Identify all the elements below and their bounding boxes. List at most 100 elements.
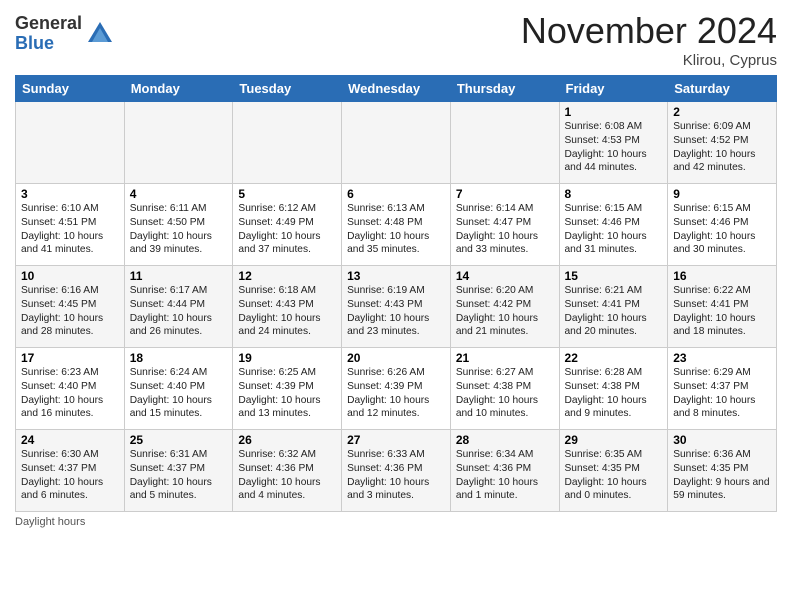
column-header-wednesday: Wednesday xyxy=(342,76,451,102)
day-info: Sunrise: 6:09 AM Sunset: 4:52 PM Dayligh… xyxy=(673,120,771,175)
day-number: 26 xyxy=(238,433,336,447)
calendar-week-row: 24Sunrise: 6:30 AM Sunset: 4:37 PM Dayli… xyxy=(16,430,777,512)
day-number: 1 xyxy=(565,105,663,119)
calendar-cell: 30Sunrise: 6:36 AM Sunset: 4:35 PM Dayli… xyxy=(668,430,777,512)
day-number: 25 xyxy=(130,433,228,447)
day-number: 4 xyxy=(130,187,228,201)
calendar-cell xyxy=(342,102,451,184)
day-info: Sunrise: 6:12 AM Sunset: 4:49 PM Dayligh… xyxy=(238,202,336,257)
column-header-friday: Friday xyxy=(559,76,668,102)
day-info: Sunrise: 6:27 AM Sunset: 4:38 PM Dayligh… xyxy=(456,366,554,421)
day-info: Sunrise: 6:19 AM Sunset: 4:43 PM Dayligh… xyxy=(347,284,445,339)
location: Klirou, Cyprus xyxy=(521,52,777,69)
logo: General Blue xyxy=(15,14,114,54)
day-info: Sunrise: 6:34 AM Sunset: 4:36 PM Dayligh… xyxy=(456,448,554,503)
day-number: 23 xyxy=(673,351,771,365)
calendar-cell: 11Sunrise: 6:17 AM Sunset: 4:44 PM Dayli… xyxy=(124,266,233,348)
day-number: 28 xyxy=(456,433,554,447)
day-number: 19 xyxy=(238,351,336,365)
day-number: 29 xyxy=(565,433,663,447)
column-header-thursday: Thursday xyxy=(450,76,559,102)
calendar-table: SundayMondayTuesdayWednesdayThursdayFrid… xyxy=(15,75,777,512)
day-number: 6 xyxy=(347,187,445,201)
calendar-cell: 2Sunrise: 6:09 AM Sunset: 4:52 PM Daylig… xyxy=(668,102,777,184)
column-header-tuesday: Tuesday xyxy=(233,76,342,102)
day-number: 10 xyxy=(21,269,119,283)
footer: Daylight hours xyxy=(15,516,777,528)
day-number: 11 xyxy=(130,269,228,283)
calendar-cell: 26Sunrise: 6:32 AM Sunset: 4:36 PM Dayli… xyxy=(233,430,342,512)
day-info: Sunrise: 6:17 AM Sunset: 4:44 PM Dayligh… xyxy=(130,284,228,339)
day-info: Sunrise: 6:33 AM Sunset: 4:36 PM Dayligh… xyxy=(347,448,445,503)
day-info: Sunrise: 6:35 AM Sunset: 4:35 PM Dayligh… xyxy=(565,448,663,503)
day-number: 15 xyxy=(565,269,663,283)
calendar-cell: 29Sunrise: 6:35 AM Sunset: 4:35 PM Dayli… xyxy=(559,430,668,512)
day-info: Sunrise: 6:15 AM Sunset: 4:46 PM Dayligh… xyxy=(565,202,663,257)
day-info: Sunrise: 6:14 AM Sunset: 4:47 PM Dayligh… xyxy=(456,202,554,257)
day-info: Sunrise: 6:24 AM Sunset: 4:40 PM Dayligh… xyxy=(130,366,228,421)
calendar-cell: 15Sunrise: 6:21 AM Sunset: 4:41 PM Dayli… xyxy=(559,266,668,348)
calendar-cell: 20Sunrise: 6:26 AM Sunset: 4:39 PM Dayli… xyxy=(342,348,451,430)
day-info: Sunrise: 6:25 AM Sunset: 4:39 PM Dayligh… xyxy=(238,366,336,421)
calendar-cell: 24Sunrise: 6:30 AM Sunset: 4:37 PM Dayli… xyxy=(16,430,125,512)
day-info: Sunrise: 6:36 AM Sunset: 4:35 PM Dayligh… xyxy=(673,448,771,503)
day-info: Sunrise: 6:28 AM Sunset: 4:38 PM Dayligh… xyxy=(565,366,663,421)
calendar-cell: 28Sunrise: 6:34 AM Sunset: 4:36 PM Dayli… xyxy=(450,430,559,512)
day-number: 3 xyxy=(21,187,119,201)
day-info: Sunrise: 6:18 AM Sunset: 4:43 PM Dayligh… xyxy=(238,284,336,339)
day-number: 5 xyxy=(238,187,336,201)
calendar-cell: 25Sunrise: 6:31 AM Sunset: 4:37 PM Dayli… xyxy=(124,430,233,512)
calendar-header-row: SundayMondayTuesdayWednesdayThursdayFrid… xyxy=(16,76,777,102)
calendar-cell: 1Sunrise: 6:08 AM Sunset: 4:53 PM Daylig… xyxy=(559,102,668,184)
calendar-cell: 6Sunrise: 6:13 AM Sunset: 4:48 PM Daylig… xyxy=(342,184,451,266)
footer-label: Daylight hours xyxy=(15,516,85,528)
calendar-week-row: 10Sunrise: 6:16 AM Sunset: 4:45 PM Dayli… xyxy=(16,266,777,348)
day-number: 21 xyxy=(456,351,554,365)
day-info: Sunrise: 6:29 AM Sunset: 4:37 PM Dayligh… xyxy=(673,366,771,421)
calendar-cell: 27Sunrise: 6:33 AM Sunset: 4:36 PM Dayli… xyxy=(342,430,451,512)
calendar-cell: 8Sunrise: 6:15 AM Sunset: 4:46 PM Daylig… xyxy=(559,184,668,266)
day-info: Sunrise: 6:22 AM Sunset: 4:41 PM Dayligh… xyxy=(673,284,771,339)
day-info: Sunrise: 6:32 AM Sunset: 4:36 PM Dayligh… xyxy=(238,448,336,503)
day-number: 17 xyxy=(21,351,119,365)
calendar-week-row: 1Sunrise: 6:08 AM Sunset: 4:53 PM Daylig… xyxy=(16,102,777,184)
day-info: Sunrise: 6:11 AM Sunset: 4:50 PM Dayligh… xyxy=(130,202,228,257)
calendar-cell: 5Sunrise: 6:12 AM Sunset: 4:49 PM Daylig… xyxy=(233,184,342,266)
calendar-cell: 21Sunrise: 6:27 AM Sunset: 4:38 PM Dayli… xyxy=(450,348,559,430)
day-info: Sunrise: 6:26 AM Sunset: 4:39 PM Dayligh… xyxy=(347,366,445,421)
logo-blue: Blue xyxy=(15,34,82,54)
day-info: Sunrise: 6:23 AM Sunset: 4:40 PM Dayligh… xyxy=(21,366,119,421)
calendar-cell: 17Sunrise: 6:23 AM Sunset: 4:40 PM Dayli… xyxy=(16,348,125,430)
day-info: Sunrise: 6:08 AM Sunset: 4:53 PM Dayligh… xyxy=(565,120,663,175)
calendar-cell xyxy=(16,102,125,184)
day-info: Sunrise: 6:31 AM Sunset: 4:37 PM Dayligh… xyxy=(130,448,228,503)
calendar-cell: 12Sunrise: 6:18 AM Sunset: 4:43 PM Dayli… xyxy=(233,266,342,348)
column-header-monday: Monday xyxy=(124,76,233,102)
calendar-week-row: 3Sunrise: 6:10 AM Sunset: 4:51 PM Daylig… xyxy=(16,184,777,266)
day-info: Sunrise: 6:20 AM Sunset: 4:42 PM Dayligh… xyxy=(456,284,554,339)
day-number: 8 xyxy=(565,187,663,201)
day-number: 24 xyxy=(21,433,119,447)
day-info: Sunrise: 6:16 AM Sunset: 4:45 PM Dayligh… xyxy=(21,284,119,339)
calendar-cell xyxy=(124,102,233,184)
day-info: Sunrise: 6:15 AM Sunset: 4:46 PM Dayligh… xyxy=(673,202,771,257)
day-info: Sunrise: 6:30 AM Sunset: 4:37 PM Dayligh… xyxy=(21,448,119,503)
logo-icon xyxy=(86,20,114,48)
day-number: 30 xyxy=(673,433,771,447)
calendar-cell: 10Sunrise: 6:16 AM Sunset: 4:45 PM Dayli… xyxy=(16,266,125,348)
day-number: 12 xyxy=(238,269,336,283)
day-number: 16 xyxy=(673,269,771,283)
month-title: November 2024 xyxy=(521,10,777,52)
day-number: 7 xyxy=(456,187,554,201)
column-header-saturday: Saturday xyxy=(668,76,777,102)
day-number: 13 xyxy=(347,269,445,283)
calendar-cell: 19Sunrise: 6:25 AM Sunset: 4:39 PM Dayli… xyxy=(233,348,342,430)
column-header-sunday: Sunday xyxy=(16,76,125,102)
day-number: 14 xyxy=(456,269,554,283)
calendar-cell xyxy=(450,102,559,184)
calendar-week-row: 17Sunrise: 6:23 AM Sunset: 4:40 PM Dayli… xyxy=(16,348,777,430)
calendar-cell xyxy=(233,102,342,184)
day-info: Sunrise: 6:10 AM Sunset: 4:51 PM Dayligh… xyxy=(21,202,119,257)
calendar-cell: 18Sunrise: 6:24 AM Sunset: 4:40 PM Dayli… xyxy=(124,348,233,430)
day-number: 27 xyxy=(347,433,445,447)
